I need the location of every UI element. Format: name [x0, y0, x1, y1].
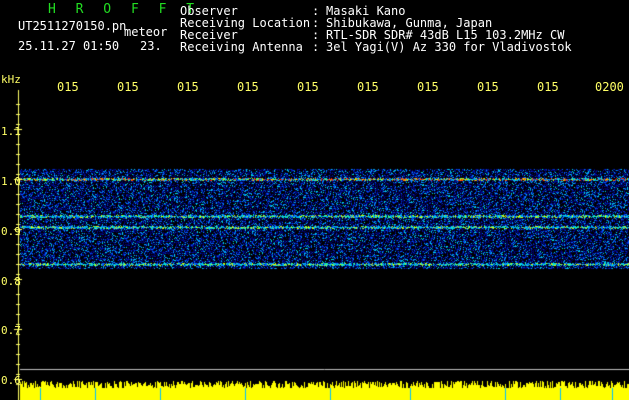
value-readout: 23. [140, 39, 162, 53]
datetime: 25.11.27 01:50 [18, 39, 120, 53]
y-tick-label: 1.0 [1, 175, 21, 188]
spectrogram-canvas [0, 0, 629, 400]
x-tick-label: 015 [117, 80, 139, 94]
app-title: H R O F F T [48, 2, 201, 17]
x-tick-label: 015 [297, 80, 319, 94]
x-tick-label: 015 [237, 80, 259, 94]
y-tick-label: 0.9 [1, 225, 21, 238]
field-label-antenna: Receiving Antenna [180, 40, 303, 54]
tag: meteor [124, 25, 168, 39]
filename: UT2511270150.pn [18, 19, 127, 33]
x-tick-label: 015 [57, 80, 79, 94]
y-axis-unit: kHz [1, 73, 21, 86]
x-tick-label: 015 [477, 80, 499, 94]
colon: : [312, 40, 320, 54]
y-tick-label: 0.7 [1, 324, 21, 337]
x-tick-label: 0200 [595, 80, 624, 94]
x-tick-label: 015 [417, 80, 439, 94]
x-tick-label: 015 [357, 80, 379, 94]
x-tick-label: 015 [177, 80, 199, 94]
y-tick-label: 0.6 [1, 374, 21, 387]
y-tick-label: 0.8 [1, 275, 21, 288]
x-tick-label: 015 [537, 80, 559, 94]
field-value-antenna: 3el Yagi(V) Az 330 for Vladivostok [326, 40, 572, 54]
y-tick-label: 1.1 [1, 125, 21, 138]
